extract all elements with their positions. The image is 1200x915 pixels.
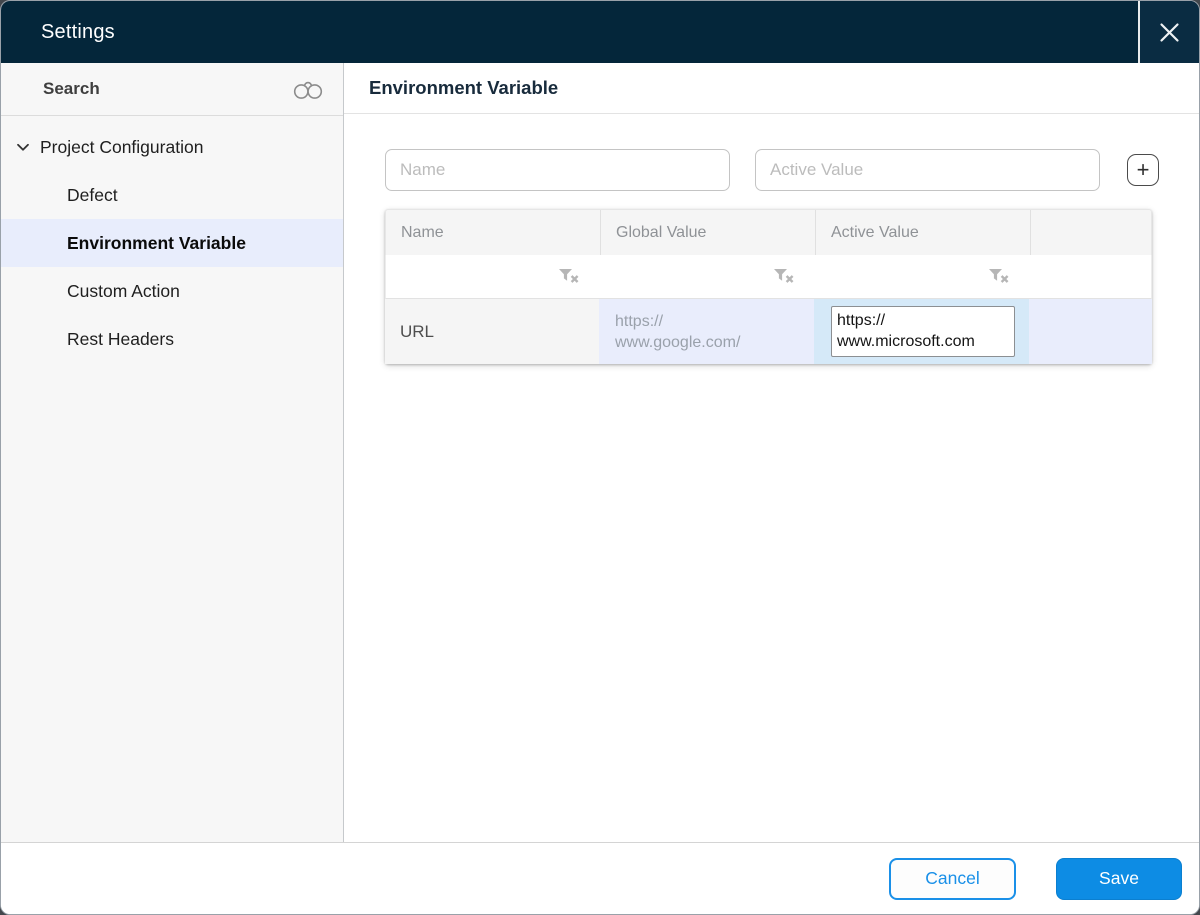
clear-filter-name-button[interactable] bbox=[557, 267, 582, 286]
add-variable-form: + bbox=[385, 149, 1199, 191]
clear-filter-active-value-button[interactable] bbox=[987, 267, 1012, 286]
active-value-input[interactable] bbox=[755, 149, 1100, 191]
table-filter-row bbox=[385, 255, 1152, 299]
cancel-button[interactable]: Cancel bbox=[889, 857, 1016, 900]
settings-tree: Project Configuration Defect Environment… bbox=[1, 116, 343, 363]
cell-name: URL bbox=[385, 299, 599, 364]
cell-global-value[interactable]: https:// www.google.com/ bbox=[599, 299, 814, 364]
cell-empty bbox=[1029, 299, 1152, 364]
table-header-row: Name Global Value Active Value bbox=[385, 209, 1152, 255]
name-input[interactable] bbox=[385, 149, 730, 191]
page-title: Environment Variable bbox=[369, 77, 559, 98]
sidebar-item-rest-headers[interactable]: Rest Headers bbox=[1, 315, 343, 363]
settings-dialog: Settings Search Project Configuration De… bbox=[0, 0, 1200, 915]
main-panel: Environment Variable + Name Global Value… bbox=[344, 63, 1199, 842]
filter-clear-icon bbox=[774, 269, 795, 284]
main-content: + Name Global Value Active Value bbox=[344, 114, 1199, 364]
active-value-editor[interactable]: https:// www.microsoft.com bbox=[831, 306, 1015, 357]
sidebar-item-label: Custom Action bbox=[67, 280, 180, 301]
cell-active-value: https:// www.microsoft.com bbox=[814, 299, 1029, 364]
clear-filter-global-value-button[interactable] bbox=[772, 267, 797, 286]
dialog-body: Search Project Configuration Defect Envi… bbox=[1, 63, 1199, 842]
filter-clear-icon bbox=[559, 269, 580, 284]
chevron-down-icon[interactable] bbox=[16, 143, 30, 152]
tree-item-project-configuration[interactable]: Project Configuration bbox=[1, 123, 343, 171]
column-header-name[interactable]: Name bbox=[386, 210, 600, 255]
search-input[interactable]: Search bbox=[1, 63, 343, 116]
dialog-title: Settings bbox=[41, 20, 115, 43]
sidebar-item-custom-action[interactable]: Custom Action bbox=[1, 267, 343, 315]
column-header-empty bbox=[1030, 210, 1151, 255]
main-header: Environment Variable bbox=[344, 63, 1199, 114]
table-row: URL https:// www.google.com/ https:// ww… bbox=[385, 299, 1152, 364]
search-placeholder: Search bbox=[43, 79, 100, 98]
column-header-active-value[interactable]: Active Value bbox=[815, 210, 1030, 255]
sidebar-item-defect[interactable]: Defect bbox=[1, 171, 343, 219]
dialog-footer: Cancel Save bbox=[1, 842, 1199, 914]
close-icon bbox=[1159, 22, 1180, 43]
plus-icon: + bbox=[1136, 157, 1150, 182]
filter-clear-icon bbox=[989, 269, 1010, 284]
sidebar-item-environment-variable[interactable]: Environment Variable bbox=[1, 219, 343, 267]
save-button[interactable]: Save bbox=[1056, 857, 1182, 900]
close-button[interactable] bbox=[1138, 1, 1199, 63]
sidebar-item-label: Defect bbox=[67, 184, 118, 205]
titlebar: Settings bbox=[1, 1, 1199, 63]
column-header-global-value[interactable]: Global Value bbox=[600, 210, 815, 255]
add-button[interactable]: + bbox=[1127, 154, 1159, 186]
environment-variable-table: Name Global Value Active Value URL https… bbox=[385, 209, 1152, 364]
tree-item-label: Project Configuration bbox=[40, 136, 204, 157]
binoculars-icon[interactable] bbox=[293, 79, 323, 100]
sidebar: Search Project Configuration Defect Envi… bbox=[1, 63, 344, 842]
sidebar-item-label: Environment Variable bbox=[67, 232, 246, 253]
sidebar-item-label: Rest Headers bbox=[67, 328, 174, 349]
